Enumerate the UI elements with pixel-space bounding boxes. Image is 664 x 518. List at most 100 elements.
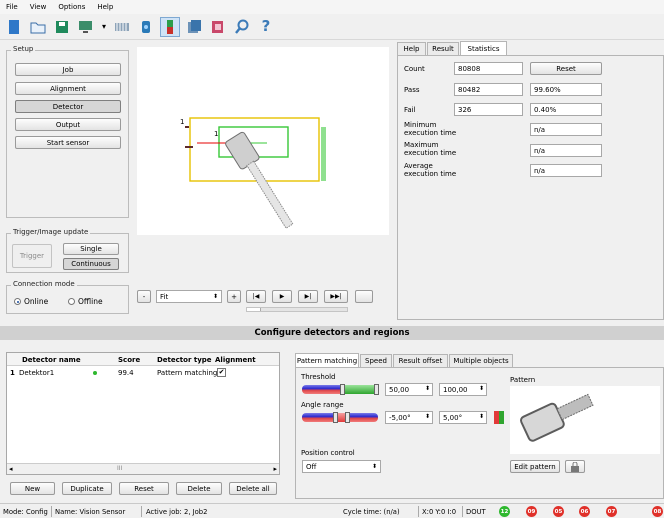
next-frame-button[interactable]: ▶| — [298, 290, 318, 303]
frame-slider-handle[interactable] — [247, 308, 261, 311]
menu-help[interactable]: Help — [97, 3, 113, 11]
zoom-plus-button[interactable]: + — [227, 290, 241, 303]
max-time-field[interactable]: n/a — [530, 144, 602, 157]
col-detector-name[interactable]: Detector name — [22, 356, 81, 364]
search-icon[interactable] — [232, 17, 252, 37]
continuous-button[interactable]: Continuous — [63, 258, 119, 270]
status-divider-3 — [418, 506, 419, 517]
tab-pattern-matching[interactable]: Pattern matching — [295, 353, 359, 367]
menu-file[interactable]: File — [6, 3, 18, 11]
row-score: 99.4 — [118, 369, 134, 377]
position-spin-icon: ⬍ — [371, 463, 377, 470]
lock-pattern-button[interactable] — [565, 460, 585, 473]
film-strip-icon[interactable] — [112, 17, 132, 37]
angle-slider[interactable] — [302, 412, 378, 423]
tab-statistics[interactable]: Statistics — [460, 41, 507, 55]
monitor-icon[interactable] — [76, 17, 96, 37]
zoom-select[interactable]: Fit ⬍ — [156, 290, 222, 303]
reset-stats-button[interactable]: Reset — [530, 62, 602, 75]
trigger-button[interactable]: Trigger — [12, 244, 52, 268]
copy-icon[interactable] — [184, 17, 204, 37]
min-time-field[interactable]: n/a — [530, 123, 602, 136]
position-control-select[interactable]: Off ⬍ — [302, 460, 381, 473]
image-extra-button[interactable] — [355, 290, 373, 303]
pass-field[interactable]: 80482 — [454, 83, 523, 96]
scroll-thumb[interactable]: III — [117, 465, 122, 472]
delete-button[interactable]: Delete — [176, 482, 222, 495]
menu-bar: File View Options Help — [0, 0, 664, 14]
menu-options[interactable]: Options — [58, 3, 85, 11]
pass-label: Pass — [404, 86, 420, 94]
col-detector-type[interactable]: Detector type — [157, 356, 212, 364]
tab-result[interactable]: Result — [427, 42, 459, 55]
status-bar: Mode: Config Name: Vision Sensor Active … — [0, 503, 664, 518]
lock-icon — [571, 461, 579, 472]
threshold-handle-low[interactable] — [340, 384, 345, 395]
duplicate-button[interactable]: Duplicate — [62, 482, 112, 495]
play-button[interactable]: ▶ — [272, 290, 292, 303]
angle-min-spin-icon[interactable]: ⬍ — [425, 413, 430, 420]
setup-title: Setup — [11, 45, 36, 53]
open-folder-icon[interactable] — [28, 17, 48, 37]
table-header: Detector name Score Detector type Alignm… — [7, 353, 279, 366]
threshold-max-spin-icon[interactable]: ⬍ — [479, 385, 484, 392]
threshold-range-fill — [343, 385, 378, 394]
col-score[interactable]: Score — [118, 356, 140, 364]
horizontal-scrollbar[interactable]: ◂ III ▸ — [7, 463, 279, 474]
table-row[interactable]: 1 Detektor1 99.4 Pattern matching ✔ — [7, 366, 279, 378]
scroll-right-icon[interactable]: ▸ — [273, 465, 277, 473]
job-button[interactable]: Job — [15, 63, 121, 76]
output-button[interactable]: Output — [15, 118, 121, 131]
alignment-button[interactable]: Alignment — [15, 82, 121, 95]
help-icon[interactable]: ? — [256, 17, 276, 37]
min-time-label: Minimum execution time — [404, 121, 457, 137]
angle-max-spin-icon[interactable]: ⬍ — [479, 413, 484, 420]
marker-label: 1 — [180, 118, 185, 126]
status-cycle-time: Cycle time: (n/a) — [343, 508, 400, 516]
edit-pattern-button[interactable]: Edit pattern — [510, 460, 560, 473]
offline-radio[interactable]: Offline — [68, 297, 103, 306]
single-button[interactable]: Single — [63, 243, 119, 255]
menu-view[interactable]: View — [30, 3, 47, 11]
dropdown-arrow-icon[interactable]: ▾ — [100, 17, 108, 37]
reset-button[interactable]: Reset — [119, 482, 169, 495]
angle-handle-high[interactable] — [345, 412, 350, 423]
threshold-handle-high[interactable] — [374, 384, 379, 395]
save-icon[interactable] — [52, 17, 72, 37]
count-field[interactable]: 80808 — [454, 62, 523, 75]
col-alignment[interactable]: Alignment — [215, 356, 256, 364]
trigger-title: Trigger/Image update — [11, 228, 91, 236]
threshold-slider[interactable] — [302, 384, 379, 395]
tab-help[interactable]: Help — [397, 42, 426, 55]
tab-result-offset[interactable]: Result offset — [393, 354, 448, 367]
export-icon[interactable] — [208, 17, 228, 37]
fail-percent-field[interactable]: 0.40% — [530, 103, 602, 116]
frame-slider[interactable] — [246, 307, 348, 312]
output-08-indicator: 08 — [652, 506, 663, 517]
last-frame-button[interactable]: ▶▶| — [324, 290, 348, 303]
pattern-panel: Threshold 50,00 ⬍ 100,00 ⬍ Angle range -… — [295, 367, 664, 499]
sensor-icon[interactable] — [136, 17, 156, 37]
image-view[interactable]: 1 1 — [137, 47, 389, 235]
status-divider-1 — [51, 506, 52, 517]
online-radio[interactable]: Online — [14, 297, 48, 306]
pass-percent-field[interactable]: 99.60% — [530, 83, 602, 96]
new-file-icon[interactable] — [4, 17, 24, 37]
fail-field[interactable]: 326 — [454, 103, 523, 116]
first-frame-button[interactable]: |◀ — [246, 290, 266, 303]
scroll-left-icon[interactable]: ◂ — [9, 465, 13, 473]
angle-handle-low[interactable] — [333, 412, 338, 423]
start-sensor-button[interactable]: Start sensor — [15, 136, 121, 149]
detector-icon[interactable] — [160, 16, 180, 37]
detector-button[interactable]: Detector — [15, 100, 121, 113]
delete-all-button[interactable]: Delete all — [229, 482, 277, 495]
output-05-indicator: 05 — [553, 506, 564, 517]
tab-speed[interactable]: Speed — [360, 354, 392, 367]
tab-multiple-objects[interactable]: Multiple objects — [449, 354, 513, 367]
row-detector-type: Pattern matching — [157, 369, 218, 377]
new-button[interactable]: New — [10, 482, 55, 495]
zoom-minus-button[interactable]: - — [137, 290, 151, 303]
threshold-min-spin-icon[interactable]: ⬍ — [425, 385, 430, 392]
row-alignment-checkbox[interactable]: ✔ — [217, 368, 226, 377]
avg-time-field[interactable]: n/a — [530, 164, 602, 177]
